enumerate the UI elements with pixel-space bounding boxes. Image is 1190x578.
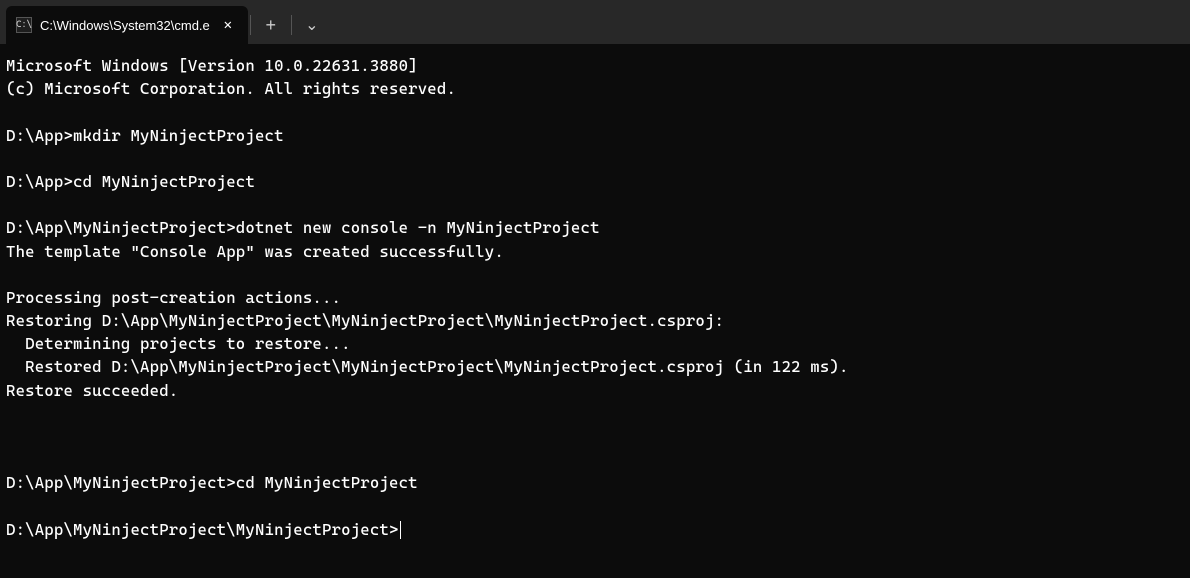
titlebar: C:\ C:\Windows\System32\cmd.e ✕ + ⌄ bbox=[0, 0, 1190, 44]
cmd-icon: C:\ bbox=[16, 17, 32, 33]
tab-title: C:\Windows\System32\cmd.e bbox=[40, 18, 210, 33]
divider bbox=[250, 15, 251, 35]
close-tab-button[interactable]: ✕ bbox=[218, 15, 238, 35]
divider bbox=[291, 15, 292, 35]
terminal-output[interactable]: Microsoft Windows [Version 10.0.22631.38… bbox=[0, 44, 1190, 551]
titlebar-controls: + ⌄ bbox=[248, 6, 330, 44]
active-tab[interactable]: C:\ C:\Windows\System32\cmd.e ✕ bbox=[6, 6, 248, 44]
cursor bbox=[400, 521, 401, 539]
new-tab-button[interactable]: + bbox=[253, 9, 289, 41]
tab-dropdown-button[interactable]: ⌄ bbox=[294, 9, 330, 41]
